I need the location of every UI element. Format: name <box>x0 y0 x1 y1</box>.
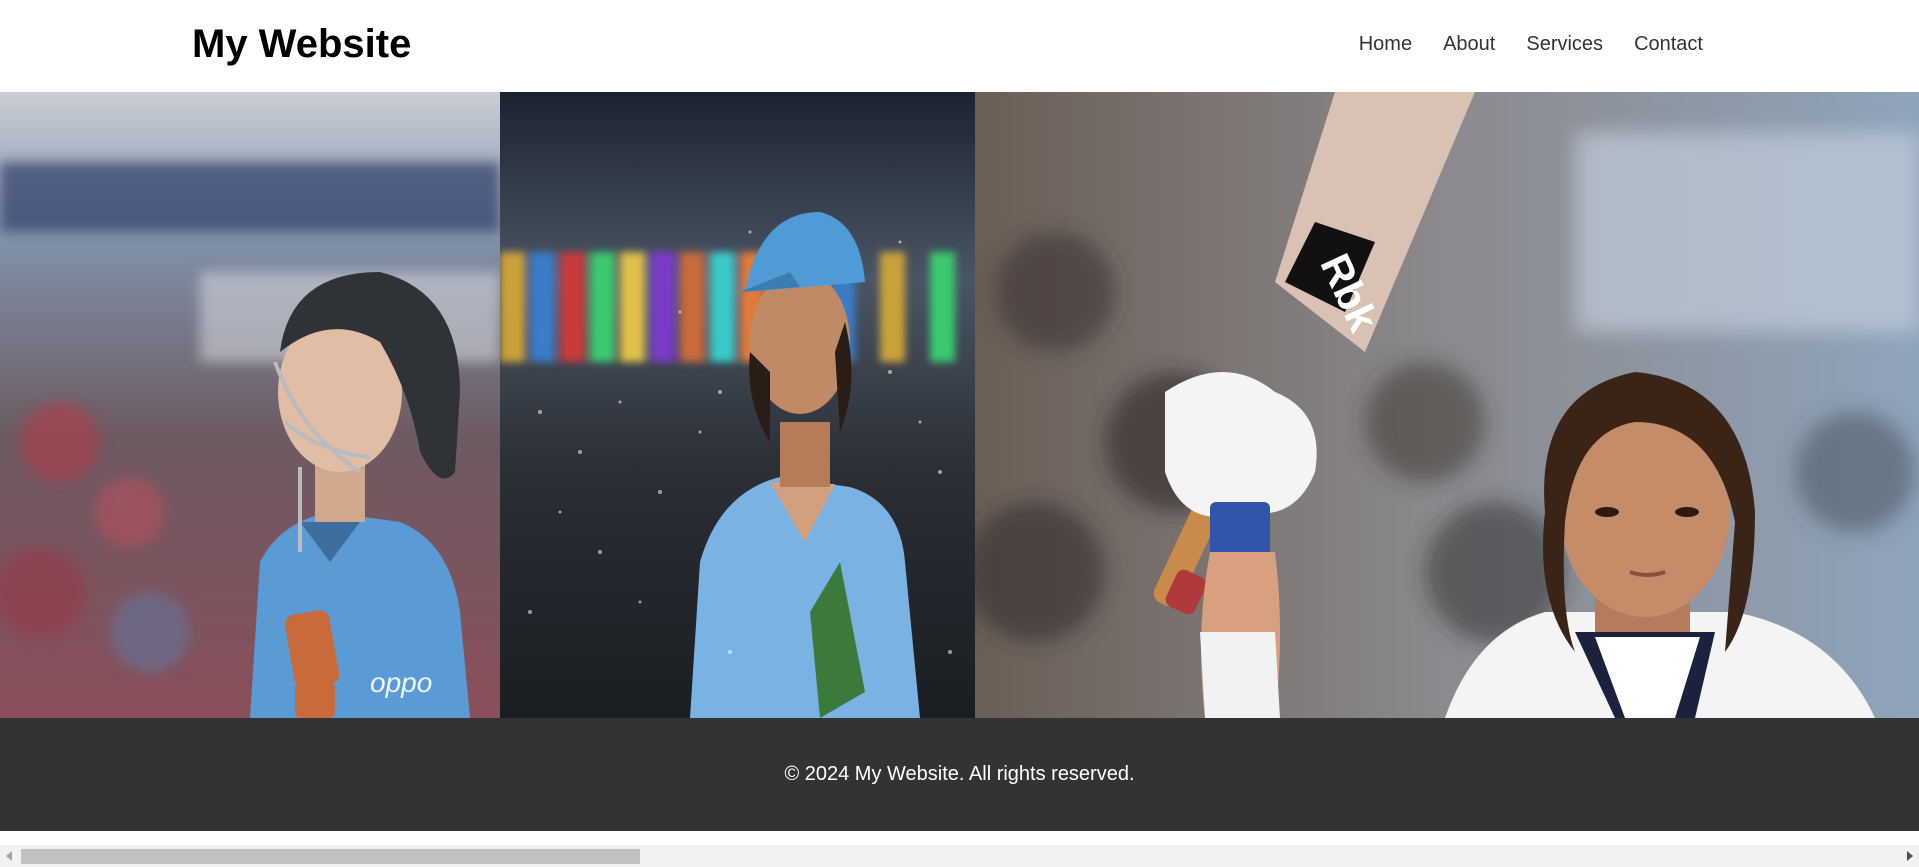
site-header: My Website Home About Services Contact <box>0 0 1919 92</box>
nav-link-services[interactable]: Services <box>1526 32 1603 56</box>
main-nav: Home About Services Contact <box>1359 32 1703 56</box>
cricketer-rain-photo <box>500 92 975 718</box>
nav-link-home[interactable]: Home <box>1359 32 1412 56</box>
cricketer-raised-bat-photo: Rbk <box>975 92 1919 718</box>
svg-text:oppo: oppo <box>370 667 432 698</box>
photo-gallery: oppo Rbk <box>0 92 1919 718</box>
nav-link-about[interactable]: About <box>1443 32 1495 56</box>
copyright-text: © 2024 My Website. All rights reserved. <box>784 763 1135 785</box>
cricketer-helmet-photo: oppo <box>0 92 500 718</box>
scroll-right-arrow-icon[interactable] <box>1907 851 1913 861</box>
nav-link-contact[interactable]: Contact <box>1634 32 1703 56</box>
scroll-left-arrow-icon[interactable] <box>6 851 12 861</box>
horizontal-scrollbar[interactable] <box>0 845 1919 867</box>
site-footer: © 2024 My Website. All rights reserved. <box>0 718 1919 831</box>
scrollbar-thumb[interactable] <box>21 849 640 864</box>
site-title: My Website <box>192 22 412 66</box>
